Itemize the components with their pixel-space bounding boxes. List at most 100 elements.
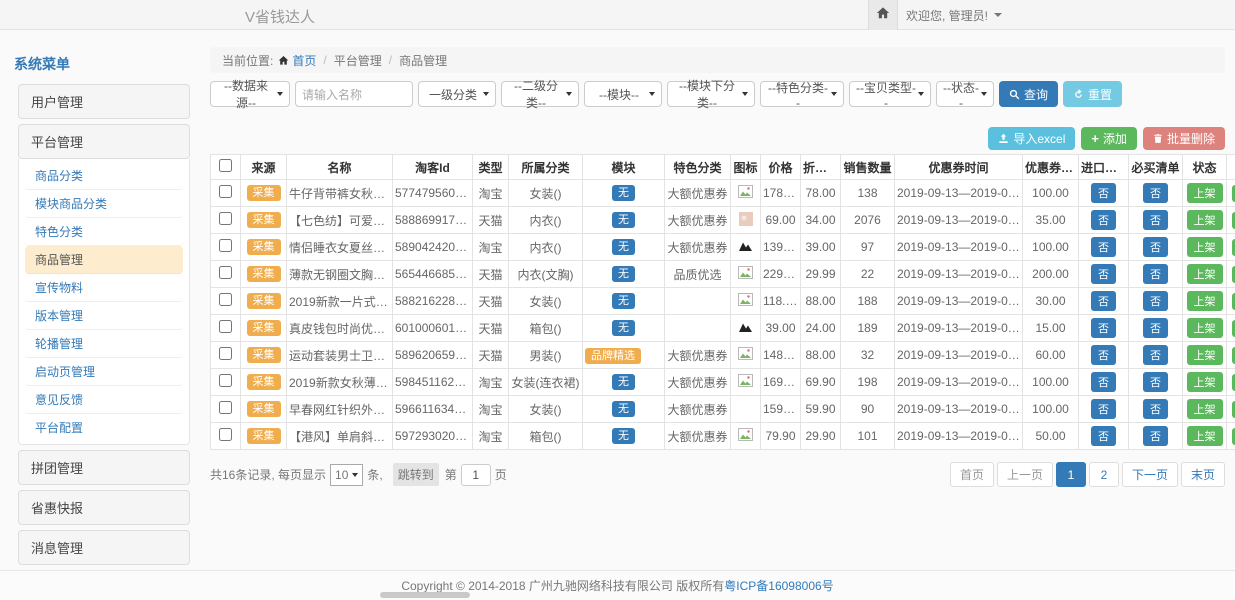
must-buy-toggle[interactable]: 否 — [1143, 345, 1168, 365]
module-none-badge[interactable]: 无 — [612, 266, 635, 282]
sidebar-item-启动页管理[interactable]: 启动页管理 — [25, 358, 183, 386]
row-checkbox[interactable] — [219, 293, 232, 306]
sidebar-item-商品管理[interactable]: 商品管理 — [25, 246, 183, 274]
pager-button-1[interactable]: 1 — [1056, 462, 1086, 487]
pager-button-末页[interactable]: 末页 — [1181, 462, 1225, 487]
discount-price-cell: 88.00 — [801, 288, 841, 315]
must-buy-toggle[interactable]: 否 — [1143, 426, 1168, 446]
filter-select-4[interactable]: --二级分类-- — [501, 81, 579, 107]
import-excel-button[interactable]: 导入excel — [988, 127, 1075, 150]
reset-button[interactable]: 重置 — [1063, 81, 1122, 107]
import-select-toggle[interactable]: 否 — [1091, 426, 1116, 446]
pager-button-2[interactable]: 2 — [1089, 462, 1119, 487]
row-checkbox[interactable] — [219, 374, 232, 387]
sidebar-item-轮播管理[interactable]: 轮播管理 — [25, 330, 183, 358]
icp-link[interactable]: 粤ICP备16098006号 — [724, 577, 833, 594]
import-select-cell: 否 — [1079, 423, 1129, 450]
sidebar-group-平台管理[interactable]: 平台管理 — [18, 124, 190, 159]
discount-price-cell: 88.00 — [801, 342, 841, 369]
filter-select-8[interactable]: --宝贝类型-- — [849, 81, 931, 107]
status-toggle[interactable]: 上架 — [1187, 237, 1223, 257]
filter-select-7[interactable]: --特色分类-- — [760, 81, 844, 107]
horizontal-scrollbar-thumb[interactable] — [380, 592, 470, 598]
must-buy-toggle[interactable]: 否 — [1143, 237, 1168, 257]
status-toggle[interactable]: 上架 — [1187, 183, 1223, 203]
sidebar-group-消息管理[interactable]: 消息管理 — [18, 530, 190, 565]
add-button[interactable]: + 添加 — [1081, 127, 1137, 150]
must-buy-toggle[interactable]: 否 — [1143, 210, 1168, 230]
batch-delete-button[interactable]: 批量删除 — [1143, 127, 1225, 150]
status-toggle[interactable]: 上架 — [1187, 372, 1223, 392]
jump-button[interactable]: 跳转到 — [393, 463, 439, 486]
module-none-badge[interactable]: 无 — [612, 185, 635, 201]
row-checkbox[interactable] — [219, 428, 232, 441]
sidebar-group-省惠快报[interactable]: 省惠快报 — [18, 490, 190, 525]
row-checkbox[interactable] — [219, 401, 232, 414]
user-menu[interactable]: 欢迎您, 管理员! — [906, 0, 1002, 30]
status-toggle[interactable]: 上架 — [1187, 210, 1223, 230]
filter-select-9[interactable]: --状态-- — [936, 81, 994, 107]
search-button[interactable]: 查询 — [999, 81, 1058, 107]
import-select-toggle[interactable]: 否 — [1091, 318, 1116, 338]
breadcrumb-label: 当前位置: — [222, 52, 273, 69]
home-button[interactable] — [868, 0, 898, 30]
module-none-badge[interactable]: 无 — [612, 320, 635, 336]
import-select-toggle[interactable]: 否 — [1091, 345, 1116, 365]
row-checkbox[interactable] — [219, 320, 232, 333]
sidebar-item-特色分类[interactable]: 特色分类 — [25, 218, 183, 246]
module-none-badge[interactable]: 无 — [612, 239, 635, 255]
row-checkbox[interactable] — [219, 347, 232, 360]
status-toggle[interactable]: 上架 — [1187, 318, 1223, 338]
pager-button-下一页[interactable]: 下一页 — [1122, 462, 1178, 487]
must-buy-toggle[interactable]: 否 — [1143, 399, 1168, 419]
sidebar-item-商品分类[interactable]: 商品分类 — [25, 162, 183, 190]
name-search-input[interactable]: 请输入名称 — [295, 81, 413, 107]
plus-icon: + — [1091, 131, 1099, 146]
records-total-text: 共16条记录, 每页显示 — [210, 466, 326, 483]
filter-select-1[interactable]: --数据来源-- — [210, 81, 290, 107]
status-toggle[interactable]: 上架 — [1187, 345, 1223, 365]
per-page-select[interactable]: 10 — [330, 464, 363, 486]
must-buy-toggle[interactable]: 否 — [1143, 183, 1168, 203]
import-select-toggle[interactable]: 否 — [1091, 264, 1116, 284]
must-buy-toggle[interactable]: 否 — [1143, 318, 1168, 338]
must-buy-toggle[interactable]: 否 — [1143, 372, 1168, 392]
sidebar-item-模块商品分类[interactable]: 模块商品分类 — [25, 190, 183, 218]
status-toggle[interactable]: 上架 — [1187, 426, 1223, 446]
status-toggle[interactable]: 上架 — [1187, 291, 1223, 311]
import-select-toggle[interactable]: 否 — [1091, 183, 1116, 203]
module-none-badge[interactable]: 无 — [612, 293, 635, 309]
page-number-input[interactable] — [461, 464, 491, 486]
sidebar-item-意见反馈[interactable]: 意见反馈 — [25, 386, 183, 414]
must-buy-toggle[interactable]: 否 — [1143, 264, 1168, 284]
status-cell: 上架 — [1183, 180, 1227, 207]
row-checkbox[interactable] — [219, 212, 232, 225]
sidebar-item-平台配置[interactable]: 平台配置 — [25, 414, 183, 441]
row-checkbox[interactable] — [219, 266, 232, 279]
import-select-toggle[interactable]: 否 — [1091, 291, 1116, 311]
status-toggle[interactable]: 上架 — [1187, 264, 1223, 284]
module-none-badge[interactable]: 无 — [612, 374, 635, 390]
import-select-toggle[interactable]: 否 — [1091, 399, 1116, 419]
import-select-cell: 否 — [1079, 207, 1129, 234]
import-select-toggle[interactable]: 否 — [1091, 372, 1116, 392]
row-checkbox[interactable] — [219, 239, 232, 252]
select-all-checkbox[interactable] — [219, 159, 232, 172]
module-none-badge[interactable]: 无 — [612, 401, 635, 417]
breadcrumb-home-link[interactable]: 首页 — [292, 52, 316, 69]
filter-select-5[interactable]: --模块-- — [584, 81, 662, 107]
must-buy-toggle[interactable]: 否 — [1143, 291, 1168, 311]
filter-select-3[interactable]: 一级分类 — [418, 81, 496, 107]
import-select-toggle[interactable]: 否 — [1091, 210, 1116, 230]
import-select-toggle[interactable]: 否 — [1091, 237, 1116, 257]
status-toggle[interactable]: 上架 — [1187, 399, 1223, 419]
sidebar-group-用户管理[interactable]: 用户管理 — [18, 84, 190, 119]
products-table: 来源名称淘客Id类型所属分类模块特色分类图标价格折后价销售数量优惠券时间优惠券金… — [210, 154, 1235, 450]
filter-select-6[interactable]: --模块下分类-- — [667, 81, 755, 107]
sidebar-group-拼团管理[interactable]: 拼团管理 — [18, 450, 190, 485]
row-checkbox[interactable] — [219, 185, 232, 198]
module-none-badge[interactable]: 无 — [612, 212, 635, 228]
sidebar-item-宣传物料[interactable]: 宣传物料 — [25, 274, 183, 302]
module-none-badge[interactable]: 无 — [612, 428, 635, 444]
sidebar-item-版本管理[interactable]: 版本管理 — [25, 302, 183, 330]
